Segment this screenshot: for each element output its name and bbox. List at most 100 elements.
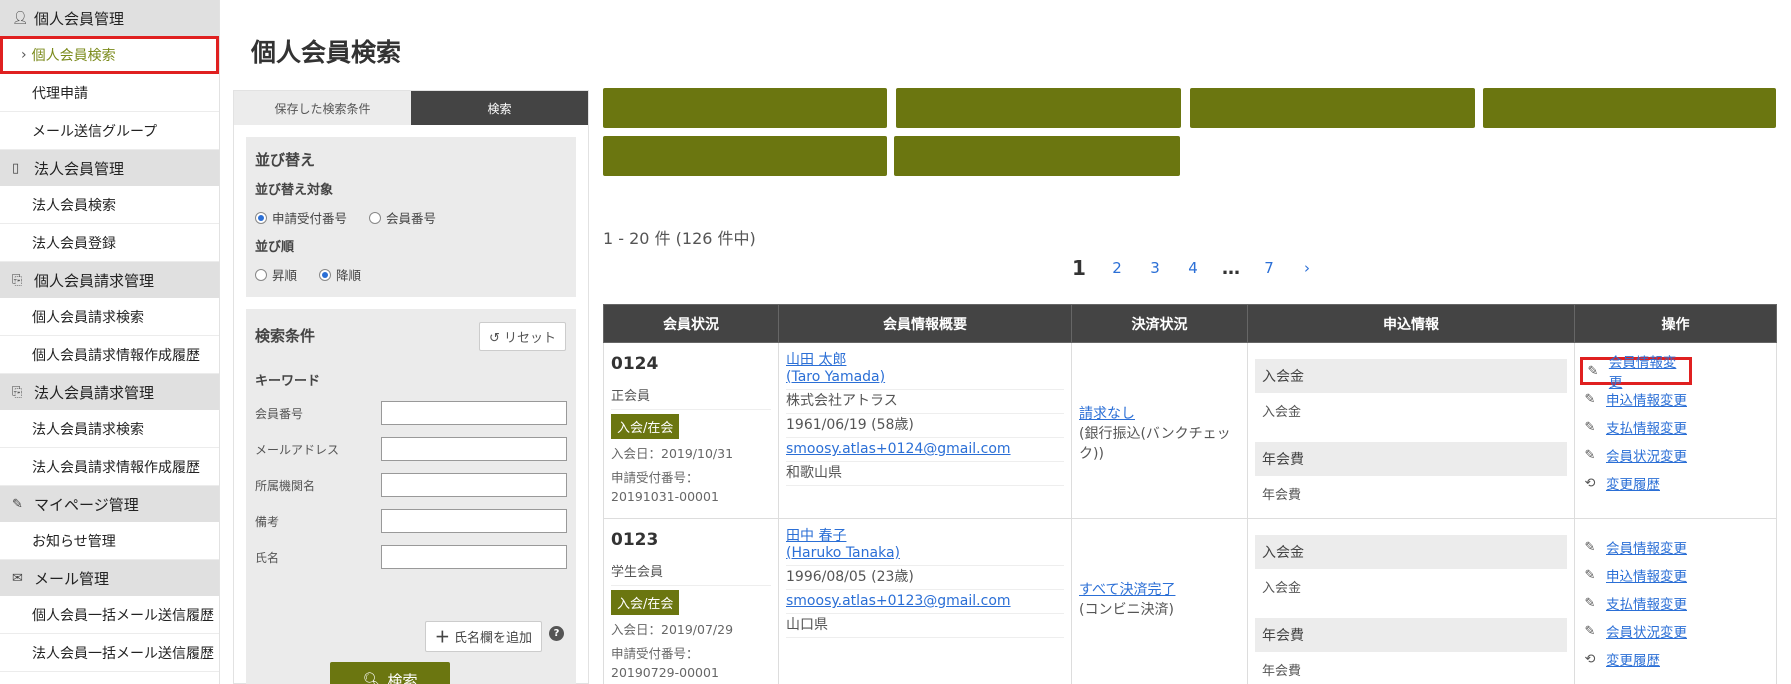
search-field-row: 氏名 xyxy=(255,539,567,575)
operation-link[interactable]: ✎ 申込情報変更 xyxy=(1582,385,1769,413)
sidebar-item[interactable]: 個人会員請求検索 xyxy=(0,298,219,336)
sidebar-section-label: メール管理 xyxy=(34,569,110,588)
operation-link[interactable]: ⟲ 変更履歴 xyxy=(1582,645,1769,673)
pencil-icon: ✎ xyxy=(1584,567,1596,583)
action-button-6[interactable] xyxy=(894,136,1180,176)
column-header: 操作 xyxy=(1574,304,1777,343)
email-link[interactable]: smoosy.atlas+0124@gmail.com xyxy=(786,441,1011,457)
member-name-link[interactable]: 山田 太郎 xyxy=(786,352,846,368)
operation-link[interactable]: ✎ 会員状況変更 xyxy=(1582,441,1769,469)
member-type: 正会員 xyxy=(611,380,771,410)
application-number-label: 申請受付番号： xyxy=(611,470,699,485)
operation-link[interactable]: ✎ 会員情報変更 xyxy=(1582,533,1769,561)
radio-button[interactable] xyxy=(369,211,382,224)
action-button-3[interactable] xyxy=(1190,88,1475,128)
radio-button[interactable] xyxy=(255,268,267,281)
help-icon[interactable]: ? xyxy=(549,626,564,641)
application-group-title: 入会金 xyxy=(1255,535,1567,569)
pagination-link[interactable]: › xyxy=(1288,259,1326,277)
operation-link[interactable]: ✎ 支払情報変更 xyxy=(1582,413,1769,441)
radio-sort-app-no[interactable]: 申請受付番号 xyxy=(255,208,347,227)
radio-label: 会員番号 xyxy=(386,211,437,226)
pencil-icon: ✎ xyxy=(1584,419,1596,435)
reset-button[interactable]: ↺ リセット xyxy=(478,322,566,351)
sidebar-item[interactable]: 法人会員請求検索 xyxy=(0,410,219,448)
operation-label[interactable]: 会員状況変更 xyxy=(1606,445,1687,465)
member-number: 0123 xyxy=(611,530,659,550)
sidebar-item[interactable]: 法人会員一括メール送信履歴 xyxy=(0,634,219,672)
tab-search[interactable]: 検索 xyxy=(411,91,588,125)
search-field-input[interactable] xyxy=(381,401,567,425)
payment-status-link[interactable]: 請求なし xyxy=(1079,406,1135,422)
person-icon: 👤︎ xyxy=(12,10,29,26)
pagination-link[interactable]: 7 xyxy=(1250,259,1288,277)
operation-link[interactable]: ✎ 支払情報変更 xyxy=(1582,589,1769,617)
pagination-link[interactable]: 4 xyxy=(1174,259,1212,277)
operation-label[interactable]: 支払情報変更 xyxy=(1606,417,1687,437)
operation-label[interactable]: 変更履歴 xyxy=(1606,473,1660,493)
pagination-link[interactable]: 3 xyxy=(1136,259,1174,277)
tab-saved-conditions[interactable]: 保存した検索条件 xyxy=(234,91,411,125)
pagination: 1 2 3 4 … 7 › xyxy=(1060,256,1326,280)
application-group-value: 入会金 xyxy=(1262,581,1302,596)
search-field-label: 所属機関名 xyxy=(255,478,316,493)
radio-button[interactable] xyxy=(255,211,267,224)
action-button-1[interactable] xyxy=(603,88,887,128)
operation-link[interactable]: ⟲ 変更履歴 xyxy=(1582,469,1769,497)
sidebar-item[interactable]: お知らせ管理 xyxy=(0,522,219,560)
document-icon: ⎘ xyxy=(12,272,23,288)
member-name-roman-link[interactable]: (Taro Yamada) xyxy=(786,369,885,385)
sidebar-section-label: 法人会員管理 xyxy=(34,159,125,178)
search-field-input[interactable] xyxy=(381,473,567,497)
operation-label[interactable]: 会員情報変更 xyxy=(1609,351,1689,391)
member-name-link[interactable]: 田中 春子 xyxy=(786,528,846,544)
action-button-4[interactable] xyxy=(1483,88,1776,128)
operations-list: ✎ 会員情報変更 ✎ 申込情報変更 ✎ 支払情報変更 ✎ 会員状況変更 ⟲ 変更履歴 xyxy=(1582,525,1769,673)
operation-link[interactable]: ✎ 会員状況変更 xyxy=(1582,617,1769,645)
operation-link[interactable]: ✎ 会員情報変更 xyxy=(1580,355,1692,391)
search-field-row: メールアドレス xyxy=(255,431,567,467)
action-button-2[interactable] xyxy=(896,88,1181,128)
radio-order-asc[interactable]: 昇順 xyxy=(255,265,297,284)
operation-link[interactable]: ✎ 申込情報変更 xyxy=(1582,561,1769,589)
search-field-row: 備考 xyxy=(255,503,567,539)
payment-status-cell: 請求なし (銀行振込(バンクチェック)) xyxy=(1071,342,1248,519)
search-field-input[interactable] xyxy=(381,509,567,533)
operation-label[interactable]: 申込情報変更 xyxy=(1606,389,1687,409)
pagination-link[interactable]: 2 xyxy=(1098,259,1136,277)
operation-label[interactable]: 会員状況変更 xyxy=(1606,621,1687,641)
plus-icon: ＋ xyxy=(434,628,450,646)
sidebar-item[interactable]: メール送信グループ xyxy=(0,112,219,150)
application-group-value: 年会費 xyxy=(1262,488,1302,503)
search-field-input[interactable] xyxy=(381,437,567,461)
sidebar-item[interactable]: 代理申請 xyxy=(0,74,219,112)
operation-label[interactable]: 申込情報変更 xyxy=(1606,565,1687,585)
operation-label[interactable]: 変更履歴 xyxy=(1606,649,1660,669)
operation-label[interactable]: 会員情報変更 xyxy=(1606,537,1687,557)
sidebar-item[interactable]: 個人会員請求情報作成履歴 xyxy=(0,336,219,374)
search-button[interactable]: 🔍︎ 検索 xyxy=(330,662,450,684)
prefecture: 山口県 xyxy=(786,614,1064,638)
company-name: 株式会社アトラス xyxy=(786,390,1064,414)
radio-order-desc[interactable]: 降順 xyxy=(319,265,361,284)
sidebar-item[interactable]: 個人会員一括メール送信履歴 xyxy=(0,596,219,634)
email-link[interactable]: smoosy.atlas+0123@gmail.com xyxy=(786,593,1011,609)
operation-label[interactable]: 支払情報変更 xyxy=(1606,593,1687,613)
application-number: 申請受付番号： 20190729-00001 xyxy=(611,644,771,682)
payment-status-link[interactable]: すべて決済完了 xyxy=(1079,582,1175,598)
member-name-roman-link[interactable]: (Haruko Tanaka) xyxy=(786,545,900,561)
sidebar-item[interactable]: 法人会員検索 xyxy=(0,186,219,224)
sidebar-item[interactable]: 法人会員請求情報作成履歴 xyxy=(0,448,219,486)
sidebar-item[interactable]: › 個人会員検索 xyxy=(0,36,219,74)
sort-heading: 並び替え xyxy=(255,151,316,169)
action-button-5[interactable] xyxy=(603,136,887,176)
table-header-row: 会員状況 会員情報概要 決済状況 申込情報 操作 xyxy=(603,304,1777,343)
search-field-input[interactable] xyxy=(381,545,567,569)
add-name-field-button[interactable]: ＋ 氏名欄を追加 xyxy=(424,621,542,652)
search-field-label: 氏名 xyxy=(255,550,280,565)
radio-sort-member-no[interactable]: 会員番号 xyxy=(369,208,436,227)
radio-button[interactable] xyxy=(319,268,332,281)
join-date: 入会日：2019/07/29 xyxy=(611,622,734,637)
sidebar-item[interactable]: 法人会員登録 xyxy=(0,224,219,262)
history-icon: ⟲ xyxy=(1584,651,1596,667)
